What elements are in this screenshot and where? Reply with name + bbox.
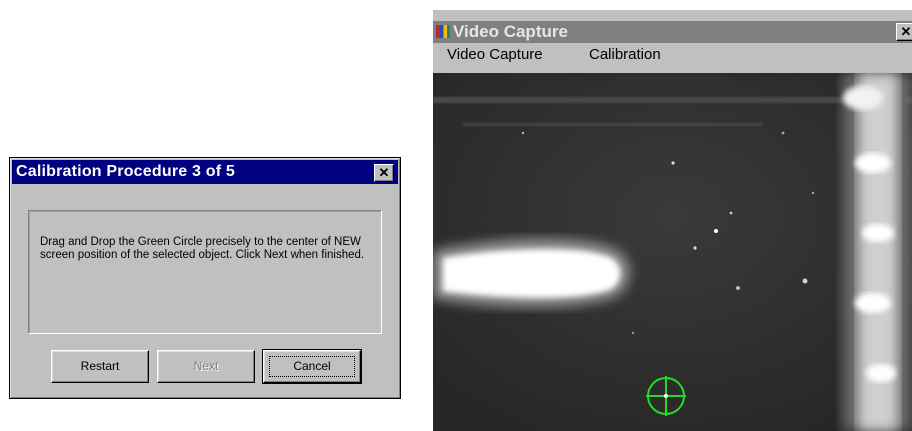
close-icon: ✕	[378, 165, 390, 180]
close-icon: ✕	[900, 24, 912, 39]
menu-calibration[interactable]: Calibration	[589, 46, 661, 63]
menu-bar: Video Capture Calibration	[433, 43, 912, 67]
cancel-button[interactable]: Cancel	[262, 349, 362, 384]
video-frame	[433, 73, 912, 431]
menu-video-capture[interactable]: Video Capture	[447, 46, 543, 63]
next-button[interactable]: Next	[157, 350, 255, 383]
cancel-button-label: Cancel	[269, 356, 355, 377]
video-titlebar[interactable]: Video Capture ✕	[433, 21, 912, 43]
calibration-dialog: Calibration Procedure 3 of 5 ✕ Drag and …	[9, 157, 401, 399]
restart-button[interactable]: Restart	[51, 350, 149, 383]
app-icon	[436, 25, 450, 38]
message-panel: Drag and Drop the Green Circle precisely…	[28, 210, 382, 334]
dialog-close-button[interactable]: ✕	[374, 164, 394, 182]
dialog-titlebar[interactable]: Calibration Procedure 3 of 5 ✕	[12, 160, 398, 184]
video-window-title: Video Capture	[453, 22, 568, 41]
video-feed[interactable]	[433, 73, 912, 431]
video-close-button[interactable]: ✕	[896, 23, 912, 41]
instruction-text: Drag and Drop the Green Circle precisely…	[40, 236, 365, 261]
dialog-title: Calibration Procedure 3 of 5	[16, 163, 235, 180]
video-capture-window: Video Capture ✕ Video Capture Calibratio…	[433, 10, 912, 431]
